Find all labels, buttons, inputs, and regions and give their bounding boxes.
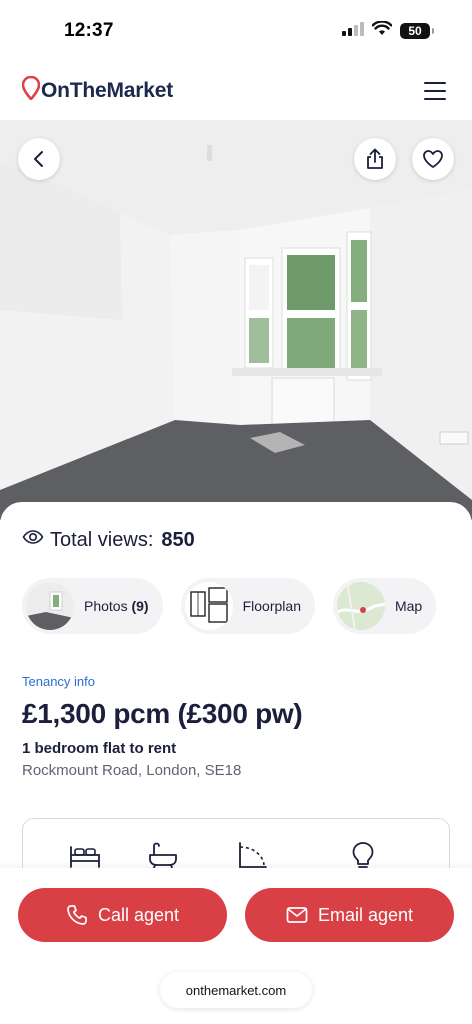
- floorplan-button[interactable]: Floorplan: [180, 578, 315, 634]
- phone-icon: [66, 904, 88, 926]
- logo-text: OnTheMarket: [41, 79, 173, 102]
- room-photo: [0, 120, 472, 520]
- media-row: Photos (9) Floorplan Map: [22, 578, 437, 634]
- views-count: 850: [161, 528, 195, 551]
- app-header: OnTheMarket: [0, 62, 472, 120]
- email-agent-button[interactable]: Email agent: [245, 888, 454, 942]
- map-pin-logo-icon: [21, 75, 41, 106]
- property-address: Rockmount Road, London, SE18: [22, 762, 242, 779]
- favourite-button[interactable]: [412, 138, 454, 180]
- share-icon: [365, 148, 385, 170]
- status-bar: 12:37 50: [0, 0, 472, 62]
- property-title: 1 bedroom flat to rent: [22, 740, 177, 757]
- map-button[interactable]: Map: [332, 578, 437, 634]
- wifi-icon: [371, 20, 393, 41]
- envelope-icon: [286, 906, 308, 924]
- call-agent-label: Call agent: [97, 904, 180, 925]
- property-photo[interactable]: [0, 120, 472, 520]
- tenancy-info-link[interactable]: Tenancy info: [22, 674, 95, 689]
- logo[interactable]: OnTheMarket: [21, 75, 173, 106]
- total-views: Total views: 850: [22, 528, 195, 552]
- floorplan-label: Floorplan: [242, 598, 301, 614]
- floorplan-icon: [184, 582, 233, 630]
- site-url-pill[interactable]: onthemarket.com: [160, 972, 312, 1008]
- contact-action-bar: Call agent Email agent onthemarket.com: [0, 868, 472, 1024]
- map-label: Map: [394, 598, 423, 614]
- photos-thumbnail: [26, 582, 74, 630]
- map-thumbnail-icon: [336, 582, 385, 630]
- email-agent-label: Email agent: [317, 904, 414, 925]
- heart-icon: [422, 149, 444, 169]
- eye-icon: [22, 528, 44, 552]
- photos-label: Photos (9): [84, 598, 149, 614]
- views-label: Total views:: [50, 528, 154, 551]
- status-icons: 50: [342, 20, 434, 41]
- photos-button[interactable]: Photos (9): [22, 578, 163, 634]
- price: £1,300 pcm (£300 pw): [22, 698, 303, 729]
- chevron-left-icon: [32, 150, 46, 168]
- call-agent-button[interactable]: Call agent: [18, 888, 227, 942]
- battery-icon: 50: [400, 23, 434, 39]
- share-button[interactable]: [354, 138, 396, 180]
- signal-icon: [342, 21, 364, 41]
- back-button[interactable]: [18, 138, 60, 180]
- status-time: 12:37: [64, 20, 114, 41]
- hamburger-menu-icon[interactable]: [424, 82, 446, 100]
